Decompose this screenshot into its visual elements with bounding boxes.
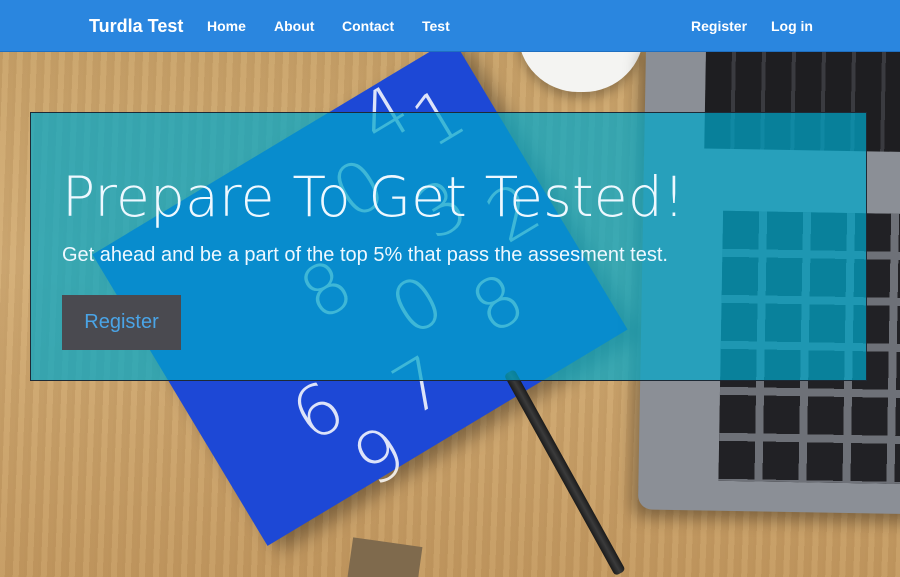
- brand-link[interactable]: Turdla Test: [89, 0, 183, 52]
- nav-about-link[interactable]: About: [274, 0, 314, 52]
- hero-subtitle: Get ahead and be a part of the top 5% th…: [62, 244, 668, 266]
- top-navbar: Turdla Test Home About Contact Test Regi…: [0, 0, 900, 52]
- register-button[interactable]: Register: [62, 295, 181, 350]
- hero-title: Prepare To Get Tested!: [62, 165, 686, 229]
- nav-home-link[interactable]: Home: [207, 0, 246, 52]
- nav-login-link[interactable]: Log in: [771, 0, 813, 52]
- nav-register-link[interactable]: Register: [691, 0, 747, 52]
- hero-jumbotron: Prepare To Get Tested! Get ahead and be …: [30, 112, 867, 381]
- nav-test-link[interactable]: Test: [422, 0, 450, 52]
- nav-contact-link[interactable]: Contact: [342, 0, 394, 52]
